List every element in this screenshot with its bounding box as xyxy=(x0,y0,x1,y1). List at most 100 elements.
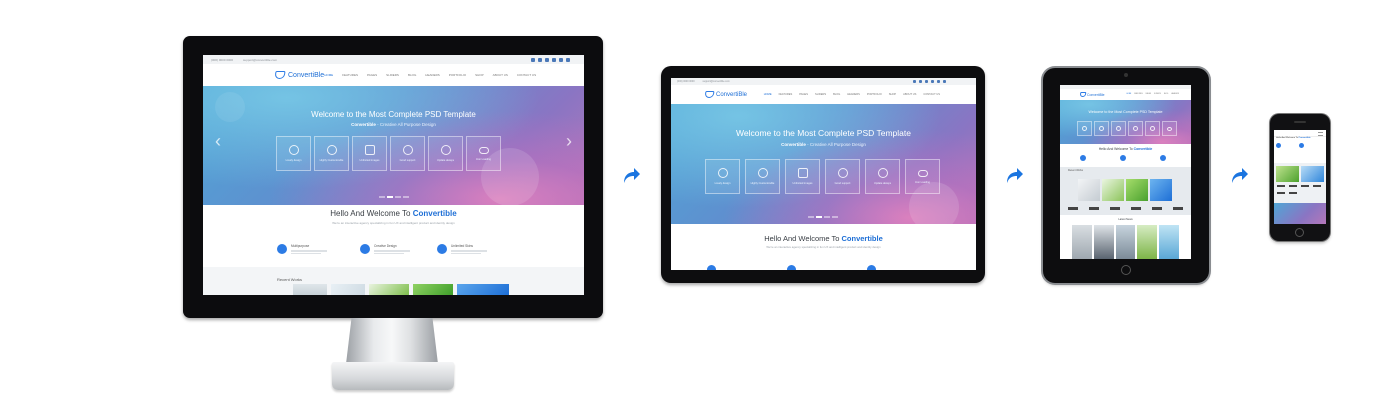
hero-slider: Welcome to the Most Complete PSD Templat… xyxy=(203,86,584,205)
feature-box[interactable]: Update always xyxy=(428,136,463,171)
service-item: Creative Design xyxy=(360,244,410,254)
feature-box[interactable]: Lovely design xyxy=(705,159,740,194)
feature-box[interactable]: Highly Customizable xyxy=(745,159,780,194)
feature-box[interactable]: Good support xyxy=(390,136,425,171)
work-thumbnail[interactable] xyxy=(369,284,409,295)
work-thumbnail[interactable] xyxy=(1150,179,1172,201)
email-text: support@convertible.com xyxy=(243,57,278,62)
service-icon xyxy=(787,265,796,270)
logo[interactable]: ConvertiBle xyxy=(274,71,324,79)
next-arrow-icon xyxy=(1007,168,1023,183)
gear-icon xyxy=(757,168,768,178)
slider-dots[interactable] xyxy=(379,196,409,198)
monitor-base xyxy=(332,362,454,390)
welcome-heading: Hello And Welcome To Convertible xyxy=(764,234,883,243)
phone-text: (000) 0000 0000 xyxy=(211,57,234,62)
tablet-camera xyxy=(1124,73,1128,77)
nav-item-about[interactable]: ABOUT US xyxy=(493,73,508,77)
nav-item-shop[interactable]: SHOP xyxy=(475,73,484,77)
work-thumbnail[interactable] xyxy=(1126,179,1148,201)
welcome-subtext: We're an interactive agency specializing… xyxy=(332,221,455,225)
gear-icon xyxy=(1099,126,1104,131)
feature-box[interactable] xyxy=(1128,121,1143,136)
heart-icon xyxy=(1082,126,1087,131)
social-icons[interactable] xyxy=(531,57,570,62)
service-item: Unlimited Skins xyxy=(437,244,487,254)
feature-box[interactable] xyxy=(1077,121,1092,136)
work-thumbnail[interactable] xyxy=(1102,179,1124,201)
work-thumbnail[interactable] xyxy=(413,284,453,295)
welcome-subtext: We're an interactive agency specializing… xyxy=(766,245,881,249)
feature-box[interactable]: Unlimited images xyxy=(785,159,820,194)
gallery-row: Recent Works xyxy=(1060,167,1191,215)
work-thumbnail[interactable] xyxy=(293,284,327,295)
tablet-portrait: ConvertiBle HOME FEATURES PAGES SLIDERS … xyxy=(1043,68,1209,283)
slider-prev-arrow[interactable]: ‹ xyxy=(215,131,221,152)
home-button[interactable] xyxy=(1121,265,1131,275)
hero-slider: Welcome to the Most Complete PSD Templat… xyxy=(671,104,976,224)
partner-logos xyxy=(1277,185,1323,197)
slider-next-arrow[interactable]: › xyxy=(566,131,572,152)
star-icon xyxy=(1133,126,1138,131)
nav-menu: HOME FEATURES PAGES SLIDERS BLOG HEADERS… xyxy=(324,73,536,77)
feature-box[interactable]: Lovely design xyxy=(276,136,311,171)
feature-box[interactable]: Icon Loading xyxy=(905,159,940,194)
feature-boxes: Lovely design Highly Customizable Unlimi… xyxy=(276,136,501,171)
smartphone: Hello And Welcome To Convertible xyxy=(1270,114,1330,241)
nav-menu: HOME FEATURES PAGES SLIDERS BLOG HEADERS xyxy=(1126,94,1179,95)
nav-item-pages[interactable]: PAGES xyxy=(367,73,377,77)
feature-box[interactable] xyxy=(1162,121,1177,136)
camera-icon xyxy=(364,145,375,155)
logo[interactable]: ConvertiBle xyxy=(1079,92,1105,97)
feature-box[interactable]: Update always xyxy=(865,159,900,194)
hero-subtitle: Convertible - Creative All Purpose Desig… xyxy=(781,142,866,147)
nav-item-sliders[interactable]: SLIDERS xyxy=(386,73,399,77)
feature-box[interactable]: Good support xyxy=(825,159,860,194)
tablet-landscape-screen: (000) 0000 0000 support@convertible.com … xyxy=(671,78,976,270)
logo[interactable]: ConvertiBle xyxy=(704,91,747,98)
feature-box[interactable]: Highly Customizable xyxy=(314,136,349,171)
social-icons[interactable] xyxy=(913,80,946,83)
nav-item-contact[interactable]: CONTACT US xyxy=(517,73,536,77)
home-button[interactable] xyxy=(1295,228,1304,237)
feature-box[interactable] xyxy=(1145,121,1160,136)
news-thumbs xyxy=(1072,225,1179,259)
next-arrow-icon xyxy=(1232,168,1248,183)
nav-item-features[interactable]: FEATURES xyxy=(342,73,358,77)
partner-logos xyxy=(1068,205,1183,211)
feature-box[interactable]: Icon Loading xyxy=(466,136,501,171)
hero-title: Welcome to the Most Complete PSD Templat… xyxy=(736,128,911,138)
welcome-heading: Hello And Welcome To Convertible xyxy=(330,209,457,218)
nav-item-blog[interactable]: BLOG xyxy=(408,73,416,77)
cloud-icon xyxy=(478,146,489,154)
welcome-heading: Hello And Welcome To Convertible xyxy=(1098,147,1153,151)
service-icons xyxy=(1060,155,1191,163)
service-icon xyxy=(867,265,876,270)
hero-slider: Welcome to the Most Complete PSD Templat… xyxy=(1060,100,1191,144)
work-thumbnail[interactable] xyxy=(331,284,365,295)
feature-box[interactable]: Unlimited images xyxy=(352,136,387,171)
recent-works-title: Recent Works xyxy=(277,277,303,282)
tablet-landscape: (000) 0000 0000 support@convertible.com … xyxy=(661,66,985,283)
next-arrow-icon xyxy=(624,168,640,183)
phone-nav xyxy=(1274,130,1326,137)
main-nav: ConvertiBle HOME FEATURES PAGES SLIDERS … xyxy=(671,85,976,105)
phone-welcome: Hello And Welcome To Convertible xyxy=(1276,137,1311,139)
cloud-icon xyxy=(1167,126,1172,131)
service-icon xyxy=(360,244,370,254)
recent-works-section: Recent Works xyxy=(203,267,584,295)
slider-dots[interactable] xyxy=(808,216,838,218)
work-thumbnail[interactable] xyxy=(457,284,509,295)
menu-icon[interactable] xyxy=(1318,132,1323,136)
feature-box[interactable] xyxy=(1094,121,1109,136)
nav-item-headers[interactable]: HEADERS xyxy=(425,73,440,77)
work-thumbnail[interactable] xyxy=(1276,166,1299,182)
nav-item-portfolio[interactable]: PORTFOLIO xyxy=(449,73,466,77)
refresh-icon xyxy=(440,145,451,155)
nav-item-home[interactable]: HOME xyxy=(324,73,333,77)
work-thumbnail[interactable] xyxy=(1301,166,1324,182)
feature-boxes xyxy=(1077,121,1177,136)
feature-box[interactable] xyxy=(1111,121,1126,136)
work-thumbnail[interactable] xyxy=(1078,179,1100,201)
phone-gallery xyxy=(1274,163,1326,203)
